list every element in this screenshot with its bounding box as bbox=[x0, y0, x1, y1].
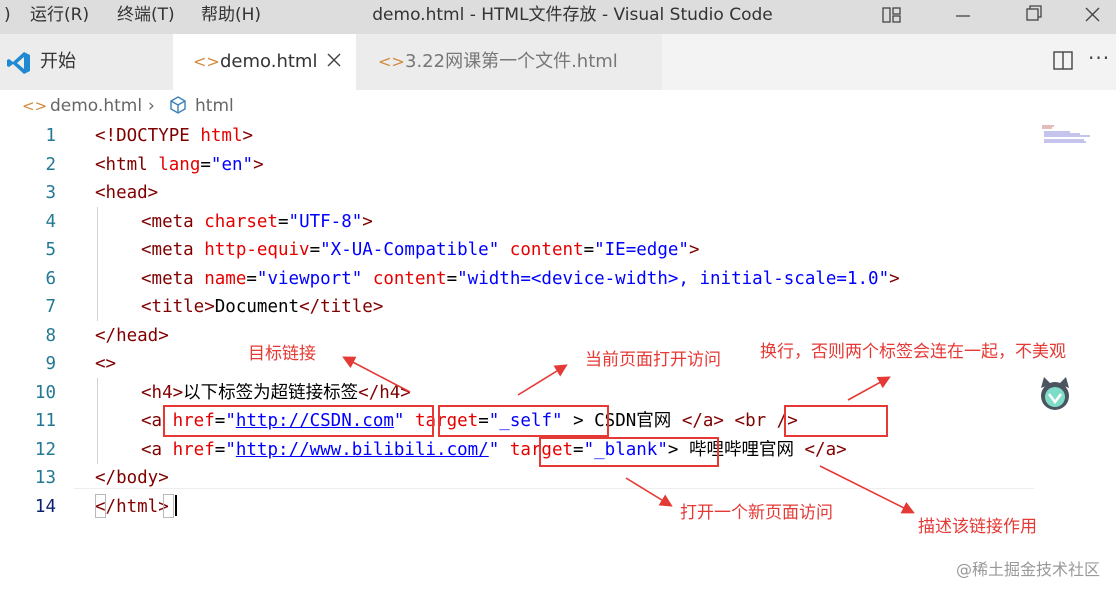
code-line: 5 <meta http-equiv="X-UA-Compatible" con… bbox=[0, 236, 1040, 265]
code-text: <html lang="en"> bbox=[95, 154, 264, 175]
more-actions-icon[interactable]: ··· bbox=[1088, 46, 1110, 70]
code-line: 10 <h4>以下标签为超链接标签</h4> bbox=[0, 379, 1040, 408]
vscode-logo-icon bbox=[6, 50, 32, 80]
split-editor-icon[interactable] bbox=[1052, 50, 1074, 76]
code-text: <a href="http://www.bilibili.com/" targe… bbox=[141, 439, 847, 460]
line-number: 3 bbox=[45, 183, 56, 203]
bracket-match-highlight bbox=[163, 494, 174, 518]
text-cursor bbox=[175, 495, 177, 516]
minimap[interactable] bbox=[1040, 124, 1110, 146]
code-text: <h4>以下标签为超链接标签</h4> bbox=[141, 382, 411, 403]
code-text: <> bbox=[95, 354, 117, 374]
note-line-break: 换行，否则两个标签会连在一起，不美观 bbox=[760, 342, 1066, 362]
close-tab-icon[interactable] bbox=[326, 52, 342, 72]
menu-run[interactable]: 运行(R) bbox=[30, 4, 89, 26]
line-number: 11 bbox=[34, 411, 56, 431]
code-text: <title>Document</title> bbox=[141, 297, 384, 317]
code-line: 14 </html> bbox=[0, 493, 1040, 522]
chevron-right-icon: › bbox=[148, 96, 155, 116]
code-text: <meta name="viewport" content="width=<de… bbox=[141, 268, 900, 289]
html-file-icon: <> bbox=[22, 97, 48, 115]
line-number: 10 bbox=[34, 382, 56, 403]
layout-icon[interactable] bbox=[870, 0, 916, 34]
href-csdn-highlight bbox=[163, 405, 434, 437]
close-window-icon[interactable] bbox=[1070, 0, 1116, 34]
line-number: 5 bbox=[45, 240, 56, 260]
code-line: 3 <head> bbox=[0, 179, 1040, 208]
code-line: 7 <title>Document</title> bbox=[0, 293, 1040, 322]
menu-terminal[interactable]: 终端(T) bbox=[117, 4, 175, 26]
element-cube-icon bbox=[168, 95, 188, 119]
code-line: 1 <!DOCTYPE html> bbox=[0, 122, 1040, 151]
tab-course-file[interactable]: <> 3.22网课第一个文件.html bbox=[356, 34, 662, 90]
breadcrumb: <> demo.html › html bbox=[0, 90, 1116, 122]
line-number: 14 bbox=[34, 496, 56, 517]
tab-label: 3.22网课第一个文件.html bbox=[405, 51, 618, 72]
menu-overflow-icon[interactable]: ) bbox=[4, 4, 11, 26]
line-number: 1 bbox=[45, 126, 56, 146]
tab-demo-html[interactable]: <> demo.html bbox=[173, 34, 356, 90]
note-current-page: 当前页面打开访问 bbox=[585, 350, 721, 370]
menu-help[interactable]: 帮助(H) bbox=[201, 4, 261, 26]
code-text: </head> bbox=[95, 325, 169, 346]
watermark: @稀土掘金技术社区 bbox=[955, 560, 1100, 579]
code-text: <meta charset="UTF-8"> bbox=[141, 211, 373, 232]
code-text: <meta http-equiv="X-UA-Compatible" conte… bbox=[141, 240, 700, 260]
code-text: <!DOCTYPE html> bbox=[95, 126, 254, 146]
line-number: 7 bbox=[45, 297, 56, 317]
line-number: 8 bbox=[45, 325, 56, 346]
br-tag-highlight bbox=[784, 405, 888, 437]
line-number: 12 bbox=[34, 439, 56, 460]
minimize-icon[interactable] bbox=[940, 0, 986, 34]
tab-label: 开始 bbox=[40, 51, 76, 72]
line-number: 9 bbox=[45, 354, 56, 374]
bracket-match-highlight bbox=[95, 494, 106, 518]
note-describe-link: 描述该链接作用 bbox=[918, 517, 1037, 537]
note-new-page: 打开一个新页面访问 bbox=[680, 503, 833, 523]
code-line: 12 <a href="http://www.bilibili.com/" ta… bbox=[0, 436, 1040, 465]
code-line: 6 <meta name="viewport" content="width=<… bbox=[0, 265, 1040, 294]
tab-start[interactable]: 开始 bbox=[0, 34, 173, 90]
html-file-icon: <> bbox=[378, 52, 405, 71]
line-number: 2 bbox=[45, 154, 56, 175]
breadcrumb-element[interactable]: html bbox=[195, 95, 234, 117]
tab-label: demo.html bbox=[220, 51, 318, 72]
restore-icon[interactable] bbox=[1010, 0, 1056, 34]
cat-mascot-icon bbox=[1041, 377, 1069, 410]
title-bar: ) 运行(R) 终端(T) 帮助(H) demo.html - HTML文件存放… bbox=[0, 0, 1116, 34]
line-number: 4 bbox=[45, 211, 56, 232]
code-line: 4 <meta charset="UTF-8"> bbox=[0, 208, 1040, 237]
line-number: 13 bbox=[34, 468, 56, 488]
target-self-highlight bbox=[438, 405, 609, 437]
target-blank-highlight bbox=[539, 437, 719, 467]
breadcrumb-file[interactable]: demo.html bbox=[50, 95, 142, 117]
tab-bar: 开始 <> demo.html <> 3.22网课第一个文件.html ··· bbox=[0, 34, 1116, 90]
code-text: </html> bbox=[95, 496, 169, 517]
window-title: demo.html - HTML文件存放 - Visual Studio Cod… bbox=[372, 5, 773, 25]
code-line: 13 </body> bbox=[0, 464, 1040, 493]
html-file-icon: <> bbox=[193, 52, 220, 71]
note-target-link: 目标链接 bbox=[248, 344, 316, 364]
code-line: 2 <html lang="en"> bbox=[0, 151, 1040, 180]
code-text: </body> bbox=[95, 468, 169, 488]
line-number: 6 bbox=[45, 268, 56, 289]
code-text: <head> bbox=[95, 183, 159, 203]
